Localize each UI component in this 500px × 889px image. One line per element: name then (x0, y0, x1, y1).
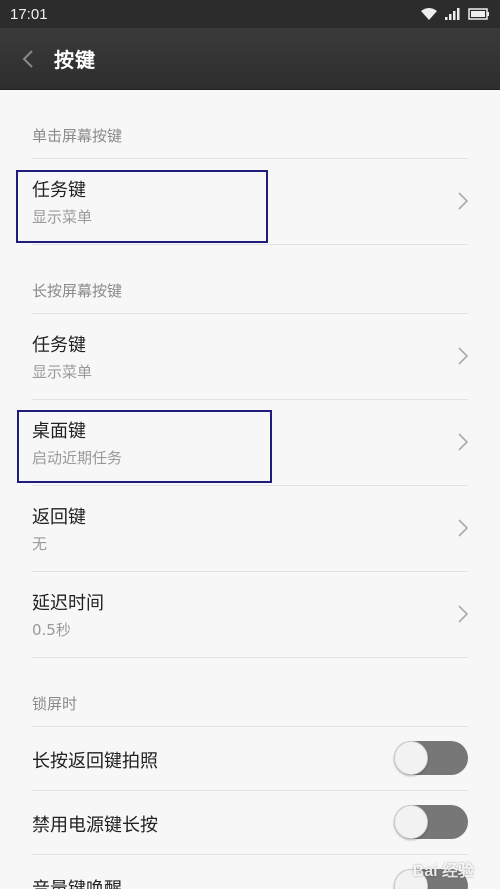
lock-screen-back-camera: 长按返回键拍照 (32, 727, 468, 791)
battery-icon (468, 8, 489, 20)
signal-icon (445, 8, 460, 20)
watermark: Bai 经验 (412, 863, 474, 880)
long-press-back-key[interactable]: 返回键 无 (32, 486, 468, 572)
row-subtitle: 启动近期任务 (32, 449, 123, 467)
long-press-home-key[interactable]: 桌面键 启动近期任务 (32, 400, 468, 486)
back-arrow-icon[interactable] (22, 47, 40, 71)
row-subtitle: 0.5秒 (32, 621, 71, 639)
settings-list: 单击屏幕按键 任务键 显示菜单 长按屏幕按键 任务键 显示菜单 桌面键 启动近期… (0, 90, 500, 889)
chevron-right-icon (458, 347, 468, 365)
wifi-icon (421, 8, 437, 20)
long-press-task-key[interactable]: 任务键 显示菜单 (32, 314, 468, 400)
chevron-right-icon (458, 605, 468, 623)
row-subtitle: 无 (32, 535, 48, 553)
row-title: 长按返回键拍照 (32, 751, 158, 772)
section-header-single-tap: 单击屏幕按键 (32, 90, 468, 159)
row-title: 禁用电源键长按 (32, 815, 158, 836)
row-subtitle: 显示菜单 (32, 208, 93, 226)
row-title: 返回键 (32, 507, 86, 528)
page-title: 按键 (54, 48, 96, 72)
lock-screen-volume-wake: 音量键唤醒 (32, 855, 468, 889)
chevron-right-icon (458, 192, 468, 210)
toggle-knob (394, 741, 428, 775)
row-title: 延迟时间 (32, 593, 104, 614)
toggle-knob (394, 805, 428, 839)
row-title: 任务键 (32, 335, 86, 356)
chevron-right-icon (458, 433, 468, 451)
row-title: 音量键唤醒 (32, 875, 122, 889)
chevron-right-icon (458, 519, 468, 537)
long-press-delay[interactable]: 延迟时间 0.5秒 (32, 572, 468, 658)
row-title: 任务键 (32, 180, 86, 201)
single-tap-task-key[interactable]: 任务键 显示菜单 (32, 159, 468, 245)
status-icons (420, 7, 490, 21)
lock-screen-disable-power-long-press: 禁用电源键长按 (32, 791, 468, 855)
status-bar: 17:01 (0, 0, 500, 28)
section-header-lock-screen: 锁屏时 (32, 658, 468, 727)
row-subtitle: 显示菜单 (32, 363, 93, 381)
section-header-long-press: 长按屏幕按键 (32, 245, 468, 314)
title-bar: 按键 (0, 28, 500, 90)
status-time: 17:01 (10, 5, 48, 23)
row-title: 桌面键 (32, 421, 86, 442)
toggle-switch[interactable] (394, 741, 468, 775)
toggle-switch[interactable] (394, 805, 468, 839)
